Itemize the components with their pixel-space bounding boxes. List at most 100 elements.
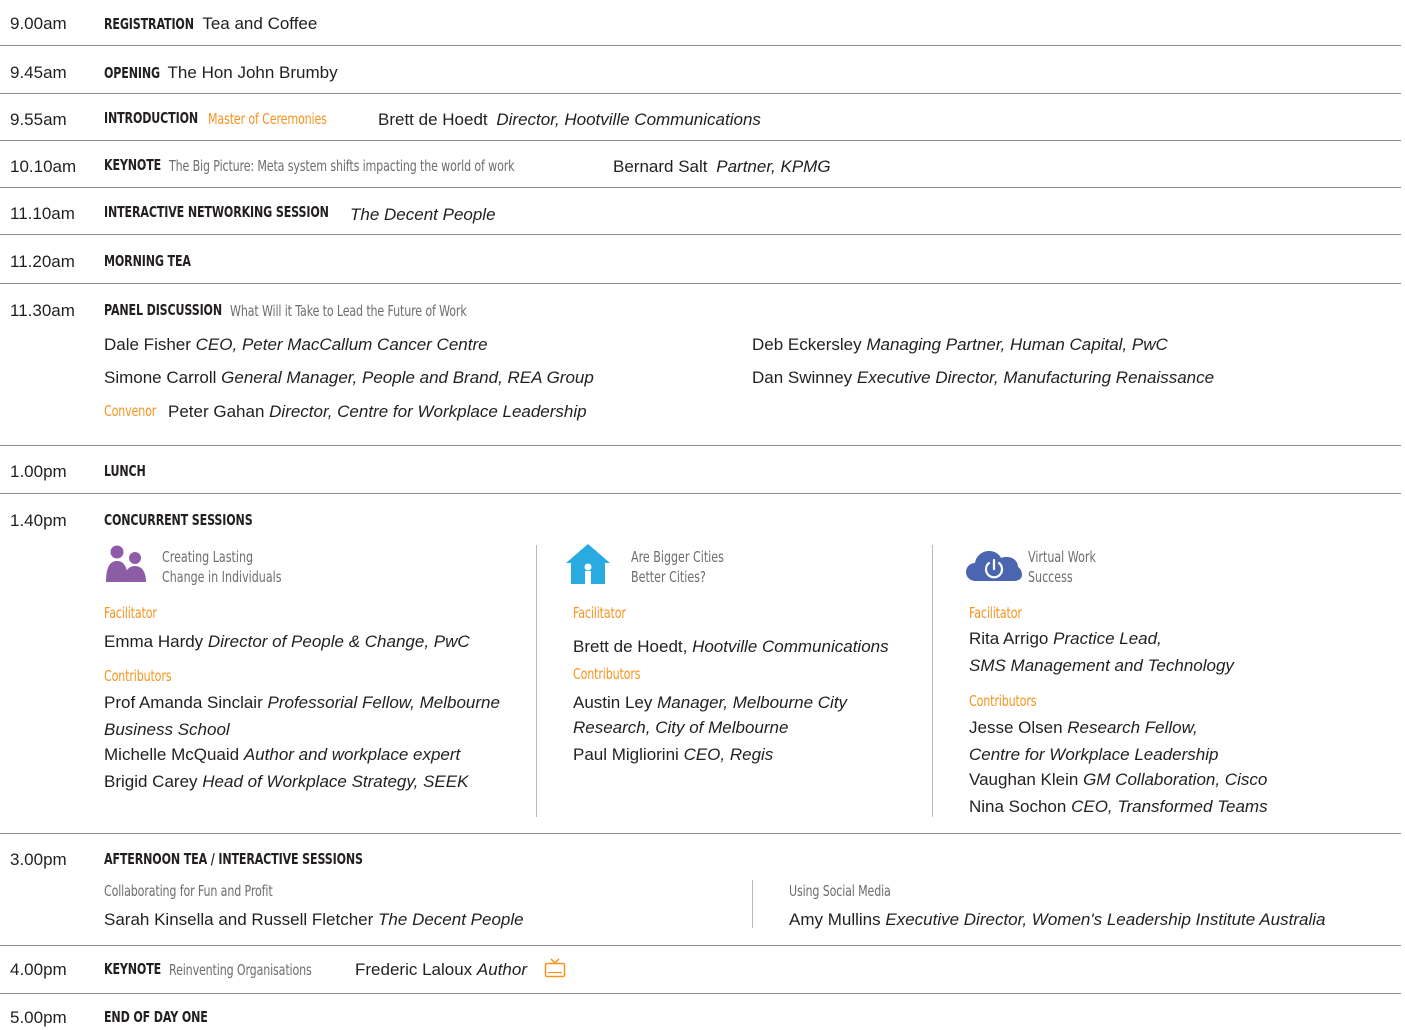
person-title: Hootville Communications: [692, 637, 889, 656]
time-label: 9.00am: [10, 14, 67, 33]
person-title-continued: SMS Management and Technology: [969, 656, 1234, 675]
time-label: 1.40pm: [10, 511, 67, 530]
person-name: Jesse Olsen: [969, 718, 1063, 737]
divider: [0, 93, 1401, 94]
column-divider: [752, 880, 753, 928]
convenor: Peter Gahan Director, Centre for Workpla…: [168, 403, 587, 420]
panel-topic: What Will it Take to Lead the Future of …: [230, 302, 467, 320]
agenda-row-registration: REGISTRATION Tea and Coffee: [104, 15, 317, 32]
speaker-title: Partner, KPMG: [716, 157, 831, 176]
panelist: Deb Eckersley Managing Partner, Human Ca…: [752, 336, 1168, 353]
role-label: Master of Ceremonies: [208, 110, 327, 128]
facilitator-label: Facilitator: [104, 604, 157, 622]
person-name: Brett de Hoedt,: [573, 637, 688, 656]
speaker-title: Director, Hootville Communications: [496, 110, 761, 129]
divider: [0, 833, 1401, 834]
divider: [0, 140, 1401, 141]
contributors-label: Contributors: [969, 692, 1037, 710]
row-label: INTRODUCTION: [104, 109, 199, 127]
speaker: Bernard Salt Partner, KPMG: [613, 158, 831, 175]
person-name: Paul Migliorini: [573, 745, 679, 764]
session-title-line1: Are Bigger Cities: [631, 548, 724, 566]
panelist: Simone Carroll General Manager, People a…: [104, 369, 594, 386]
person-name: Prof Amanda Sinclair: [104, 693, 263, 712]
time-label: 4.00pm: [10, 960, 67, 979]
person-name: Michelle McQuaid: [104, 745, 240, 764]
time-label: 9.45am: [10, 63, 67, 82]
row-label: LUNCH: [104, 462, 146, 480]
row-label: AFTERNOON TEA / INTERACTIVE SESSIONS: [104, 850, 363, 868]
time-label: 10.10am: [10, 157, 77, 176]
person-title: The Decent People: [378, 910, 524, 929]
person-title: GM Collaboration, Cisco: [1083, 770, 1268, 789]
person-title-continued: Business School: [104, 720, 230, 739]
afternoon-topic: Collaborating for Fun and Profit: [104, 882, 273, 900]
contributor: Vaughan Klein GM Collaboration, Cisco: [969, 771, 1267, 788]
person-name: Vaughan Klein: [969, 770, 1079, 789]
divider: [0, 187, 1401, 188]
panelist-title: General Manager, People and Brand, REA G…: [221, 368, 594, 387]
contributors-label: Contributors: [573, 665, 641, 683]
people-icon: [106, 545, 150, 583]
row-detail: The Hon John Brumby: [167, 63, 338, 82]
row-label: OPENING: [104, 64, 160, 82]
person-name: Austin Ley: [573, 693, 653, 712]
person-title: Author and workplace expert: [243, 745, 461, 764]
divider: [0, 445, 1401, 446]
panelist: Dale Fisher CEO, Peter MacCallum Cancer …: [104, 336, 488, 353]
person-title: CEO, Transformed Teams: [1071, 797, 1268, 816]
session-title-line1: Creating Lasting: [162, 548, 254, 566]
convenor-title: Director, Centre for Workplace Leadershi…: [269, 402, 587, 421]
person-name: Emma Hardy: [104, 632, 204, 651]
contributor: Paul Migliorini CEO, Regis: [573, 746, 773, 763]
row-label: REGISTRATION: [104, 15, 194, 33]
person-title-continued: Centre for Workplace Leadership: [969, 745, 1219, 764]
speaker-name: Brett de Hoedt: [378, 110, 488, 129]
house-icon: [564, 543, 612, 585]
person-name: Brigid Carey: [104, 772, 198, 791]
session-title-line2: Change in Individuals: [162, 568, 282, 586]
divider: [0, 945, 1401, 946]
speaker-name: Frederic Laloux: [355, 960, 473, 979]
contributor: Austin Ley Manager, Melbourne City: [573, 694, 847, 711]
row-label: MORNING TEA: [104, 252, 191, 270]
person-title: Manager, Melbourne City: [657, 693, 848, 712]
panelist-name: Dale Fisher: [104, 335, 191, 354]
video-icon[interactable]: [544, 958, 566, 978]
keynote-topic: The Big Picture: Meta system shifts impa…: [169, 157, 515, 175]
session-title-line2: Better Cities?: [631, 568, 706, 586]
person-name: Amy Mullins: [789, 910, 881, 929]
time-label: 5.00pm: [10, 1008, 67, 1027]
divider: [0, 234, 1401, 235]
convenor-name: Peter Gahan: [168, 402, 265, 421]
person-name: Rita Arrigo: [969, 629, 1049, 648]
afternoon-speakers: Sarah Kinsella and Russell Fletcher The …: [104, 911, 524, 928]
row-detail: Tea and Coffee: [202, 14, 318, 33]
time-label: 9.55am: [10, 110, 67, 129]
divider: [0, 283, 1401, 284]
convenor-label: Convenor: [104, 402, 157, 420]
divider: [0, 45, 1401, 46]
row-label: KEYNOTE: [104, 960, 162, 978]
divider: [0, 993, 1401, 994]
afternoon-speakers: Amy Mullins Executive Director, Women's …: [789, 911, 1325, 928]
row-label: INTERACTIVE NETWORKING SESSION: [104, 203, 329, 221]
facilitator: Emma Hardy Director of People & Change, …: [104, 633, 470, 650]
speaker: Brett de Hoedt Director, Hootville Commu…: [378, 111, 761, 128]
session-title-line1: Virtual Work: [1028, 548, 1096, 566]
divider: [0, 493, 1401, 494]
person-title: Executive Director, Women's Leadership I…: [885, 910, 1326, 929]
person-name: Nina Sochon: [969, 797, 1067, 816]
contributor: Nina Sochon CEO, Transformed Teams: [969, 798, 1268, 815]
panelist-name: Dan Swinney: [752, 368, 853, 387]
contributor: Brigid Carey Head of Workplace Strategy,…: [104, 773, 468, 790]
contributors-label: Contributors: [104, 667, 172, 685]
speaker-name: Bernard Salt: [613, 157, 708, 176]
panelist-title: Executive Director, Manufacturing Renais…: [856, 368, 1215, 387]
afternoon-topic: Using Social Media: [789, 882, 891, 900]
person-title: Research Fellow,: [1067, 718, 1198, 737]
panelist: Dan Swinney Executive Director, Manufact…: [752, 369, 1214, 386]
time-label: 1.00pm: [10, 462, 67, 481]
column-divider: [536, 545, 537, 817]
agenda-row-opening: OPENING The Hon John Brumby: [104, 64, 338, 81]
